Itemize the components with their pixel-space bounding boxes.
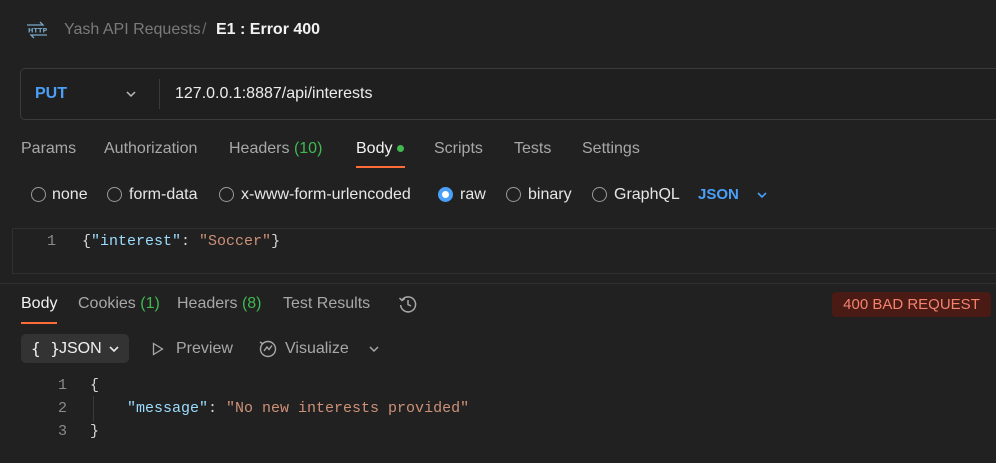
radio-urlencoded-label[interactable]: x-www-form-urlencoded: [241, 186, 411, 204]
response-headers-label: Headers: [177, 295, 238, 312]
tab-body-label: Body: [356, 140, 393, 157]
response-tab-cookies[interactable]: Cookies (1): [78, 295, 160, 313]
cookies-label: Cookies: [78, 295, 136, 312]
tab-headers-label: Headers: [229, 140, 290, 157]
radio-urlencoded[interactable]: [219, 187, 234, 202]
radio-binary-label[interactable]: binary: [528, 186, 572, 204]
url-input[interactable]: [175, 81, 875, 107]
http-icon: HTTP: [27, 21, 47, 39]
url-divider: [159, 79, 160, 109]
url-bar: PUT: [20, 68, 996, 120]
breadcrumb-collection[interactable]: Yash API Requests: [64, 20, 201, 40]
radio-raw-label[interactable]: raw: [460, 186, 486, 204]
tab-params[interactable]: Params: [21, 140, 76, 158]
response-format-label: JSON: [59, 340, 102, 357]
visualize-button[interactable]: Visualize: [285, 340, 349, 358]
radio-graphql[interactable]: [592, 187, 607, 202]
cookies-count: (1): [140, 295, 160, 312]
pane-divider[interactable]: [0, 283, 996, 284]
header: HTTP Yash API Requests / E1 : Error 400: [0, 0, 996, 60]
raw-format-select[interactable]: JSON: [698, 186, 739, 203]
play-icon: [152, 342, 164, 356]
response-tab-headers[interactable]: Headers (8): [177, 295, 262, 313]
preview-button[interactable]: Preview: [176, 340, 233, 358]
json-brace: }: [271, 233, 281, 250]
indent-guide: [93, 396, 94, 422]
response-active-tab-indicator: [21, 322, 57, 324]
chevron-down-icon: [109, 346, 119, 353]
json-brace: {: [90, 377, 100, 394]
json-value: "No new interests provided": [226, 400, 470, 417]
request-body-code[interactable]: {"interest": "Soccer"}: [82, 233, 280, 250]
tab-settings[interactable]: Settings: [582, 140, 640, 158]
radio-form-data[interactable]: [107, 187, 122, 202]
history-icon[interactable]: [398, 294, 418, 314]
visualize-icon: [259, 340, 277, 358]
radio-raw[interactable]: [438, 187, 453, 202]
braces-icon: { }: [31, 339, 60, 358]
chevron-down-icon[interactable]: [756, 189, 768, 201]
response-tab-body[interactable]: Body: [21, 295, 57, 313]
json-brace: {: [82, 233, 92, 250]
response-tab-test-results[interactable]: Test Results: [283, 295, 370, 313]
tab-scripts[interactable]: Scripts: [434, 140, 483, 158]
line-number: 1: [58, 377, 68, 394]
tab-headers-count: (10): [293, 140, 323, 157]
json-colon: :: [208, 400, 227, 417]
tab-body[interactable]: Body: [356, 140, 405, 158]
status-badge: 400 BAD REQUEST: [832, 292, 991, 317]
radio-none[interactable]: [31, 187, 46, 202]
json-key: "message": [127, 400, 209, 417]
tab-authorization[interactable]: Authorization: [104, 140, 197, 158]
json-value: "Soccer": [199, 233, 272, 250]
radio-graphql-label[interactable]: GraphQL: [614, 186, 680, 204]
radio-binary[interactable]: [506, 187, 521, 202]
method-select[interactable]: PUT: [35, 85, 67, 103]
json-colon: :: [181, 233, 200, 250]
radio-form-data-label[interactable]: form-data: [129, 186, 197, 204]
active-tab-indicator: [356, 166, 405, 168]
svg-text:HTTP: HTTP: [28, 27, 47, 35]
body-type-options: none form-data x-www-form-urlencoded raw…: [0, 184, 996, 206]
chevron-down-icon[interactable]: [368, 343, 380, 355]
json-key: "interest": [91, 233, 182, 250]
radio-none-label[interactable]: none: [52, 186, 88, 204]
response-body-line: "message": "No new interests provided": [127, 400, 469, 417]
chevron-down-icon[interactable]: [125, 88, 137, 100]
request-title[interactable]: E1 : Error 400: [216, 20, 320, 40]
json-brace: }: [90, 423, 100, 440]
tab-headers[interactable]: Headers (10): [229, 140, 322, 158]
response-format-button[interactable]: { } JSON: [21, 334, 129, 363]
breadcrumb-separator: /: [202, 21, 207, 38]
line-number: 1: [47, 233, 57, 250]
line-number: 3: [58, 423, 68, 440]
tab-tests[interactable]: Tests: [514, 140, 551, 158]
response-headers-count: (8): [241, 295, 262, 312]
line-number: 2: [58, 400, 68, 417]
body-modified-dot: [397, 145, 405, 153]
